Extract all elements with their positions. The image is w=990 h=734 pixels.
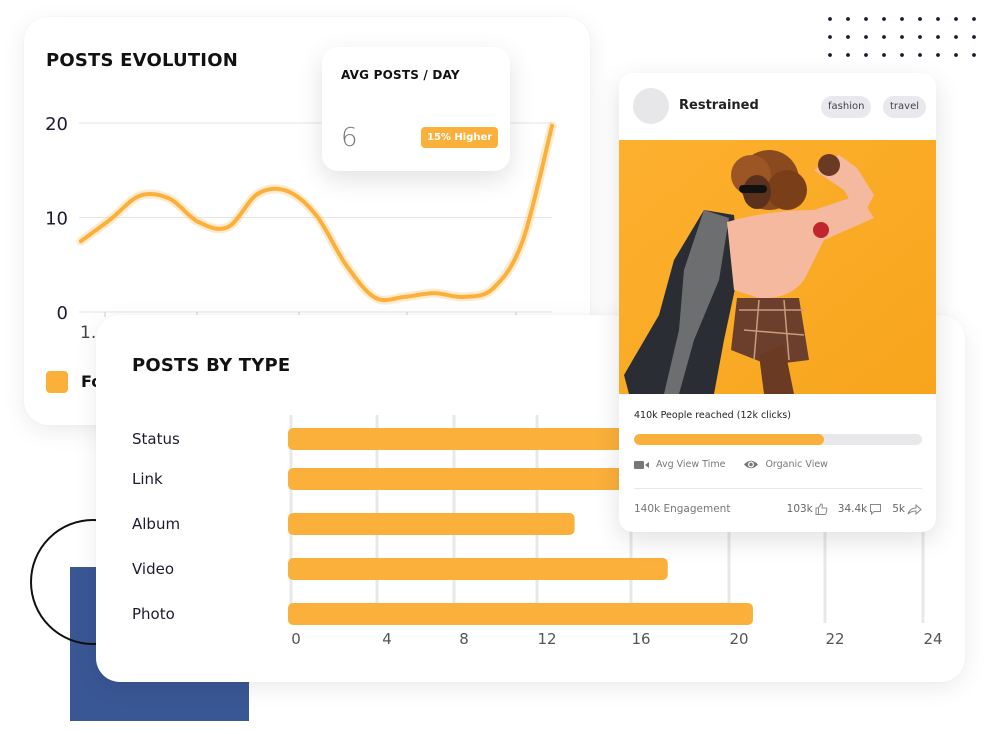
decorative-dots xyxy=(828,17,976,57)
legend-swatch xyxy=(46,371,68,393)
decorative-dot xyxy=(954,53,958,57)
avg-view-time-label: Avg View Time xyxy=(656,459,726,470)
decorative-dot xyxy=(864,17,868,21)
category-label: Video xyxy=(132,560,174,578)
x-tick-label: 24 xyxy=(923,630,942,648)
thumbs-up-icon xyxy=(815,503,828,515)
eye-icon xyxy=(744,460,759,469)
share-icon xyxy=(907,503,922,515)
decorative-dot xyxy=(864,53,868,57)
decorative-dot xyxy=(954,35,958,39)
decorative-dot xyxy=(900,17,904,21)
decorative-dot xyxy=(936,17,940,21)
likes-stat[interactable]: 103k xyxy=(787,503,828,515)
decorative-dot xyxy=(828,35,832,39)
category-label: Album xyxy=(132,515,180,533)
avatar[interactable] xyxy=(633,88,669,124)
bar xyxy=(288,428,631,450)
decorative-dot xyxy=(900,53,904,57)
y-tick-label: 0 xyxy=(57,303,68,324)
decorative-dot xyxy=(828,17,832,21)
organic-view[interactable]: Organic View xyxy=(743,459,828,470)
bar xyxy=(288,558,668,580)
shares-stat[interactable]: 5k xyxy=(892,503,922,515)
category-label: Status xyxy=(132,430,180,448)
decorative-dot xyxy=(882,35,886,39)
decorative-dot xyxy=(936,53,940,57)
decorative-dot xyxy=(972,17,976,21)
y-tick-label: 10 xyxy=(45,209,68,230)
decorative-dot xyxy=(846,17,850,21)
meta-row: Avg View Time Organic View xyxy=(634,459,846,470)
fashion-photo-illustration xyxy=(619,140,936,394)
reach-progress-fill xyxy=(634,434,825,445)
category-label: Photo xyxy=(132,605,175,623)
decorative-dot xyxy=(918,53,922,57)
video-camera-icon xyxy=(634,460,649,469)
post-photo[interactable] xyxy=(619,140,936,394)
decorative-dot xyxy=(918,35,922,39)
y-tick-label: 20 xyxy=(45,114,68,135)
post-stats: 103k 34.4k 5k xyxy=(777,503,922,515)
x-tick-label: 8 xyxy=(459,630,469,648)
x-axis-tick-label: 1. xyxy=(80,323,97,343)
x-tick-label: 12 xyxy=(537,630,556,648)
decorative-dot xyxy=(900,35,904,39)
decorative-dot xyxy=(846,35,850,39)
avg-view-time[interactable]: Avg View Time xyxy=(634,459,725,470)
x-tick-label: 4 xyxy=(382,630,392,648)
decorative-dot xyxy=(846,53,850,57)
category-label: Link xyxy=(132,470,163,488)
tag-fashion[interactable]: fashion xyxy=(821,96,872,118)
x-tick-label: 0 xyxy=(291,630,301,648)
decorative-dot xyxy=(972,53,976,57)
tag-travel[interactable]: travel xyxy=(883,96,927,118)
avg-posts-value: 6 xyxy=(341,123,358,153)
likes-count: 103k xyxy=(786,503,813,515)
x-tick-label: 20 xyxy=(729,630,748,648)
bar xyxy=(288,603,753,625)
bar xyxy=(288,513,575,535)
decorative-dot xyxy=(954,17,958,21)
divider xyxy=(634,488,922,489)
reach-text: 410k People reached (12k clicks) xyxy=(634,410,791,421)
comments-stat[interactable]: 34.4k xyxy=(838,503,882,515)
comparison-badge: 15% Higher xyxy=(421,127,499,148)
decorative-dot xyxy=(828,53,832,57)
decorative-dot xyxy=(882,17,886,21)
shares-count: 5k xyxy=(892,503,905,515)
avg-posts-card: AVG POSTS / DAY 6 15% Higher xyxy=(322,47,510,171)
decorative-dot xyxy=(918,17,922,21)
reach-progress-bar xyxy=(634,434,922,445)
post-username[interactable]: Restrained xyxy=(679,98,759,113)
bar xyxy=(288,468,631,490)
posts-by-type-title: POSTS BY TYPE xyxy=(132,355,291,376)
x-tick-label: 22 xyxy=(825,630,844,648)
post-card[interactable]: Restrained fashion travel 410k People re… xyxy=(619,73,936,532)
decorative-dot xyxy=(882,53,886,57)
x-tick-label: 16 xyxy=(631,630,650,648)
posts-evolution-title: POSTS EVOLUTION xyxy=(46,50,238,71)
comments-count: 34.4k xyxy=(837,503,868,515)
engagement-text: 140k Engagement xyxy=(634,503,731,515)
decorative-dot xyxy=(936,35,940,39)
avg-posts-title: AVG POSTS / DAY xyxy=(341,68,460,82)
decorative-dot xyxy=(864,35,868,39)
organic-view-label: Organic View xyxy=(765,459,828,470)
decorative-dot xyxy=(972,35,976,39)
comment-icon xyxy=(870,504,882,515)
